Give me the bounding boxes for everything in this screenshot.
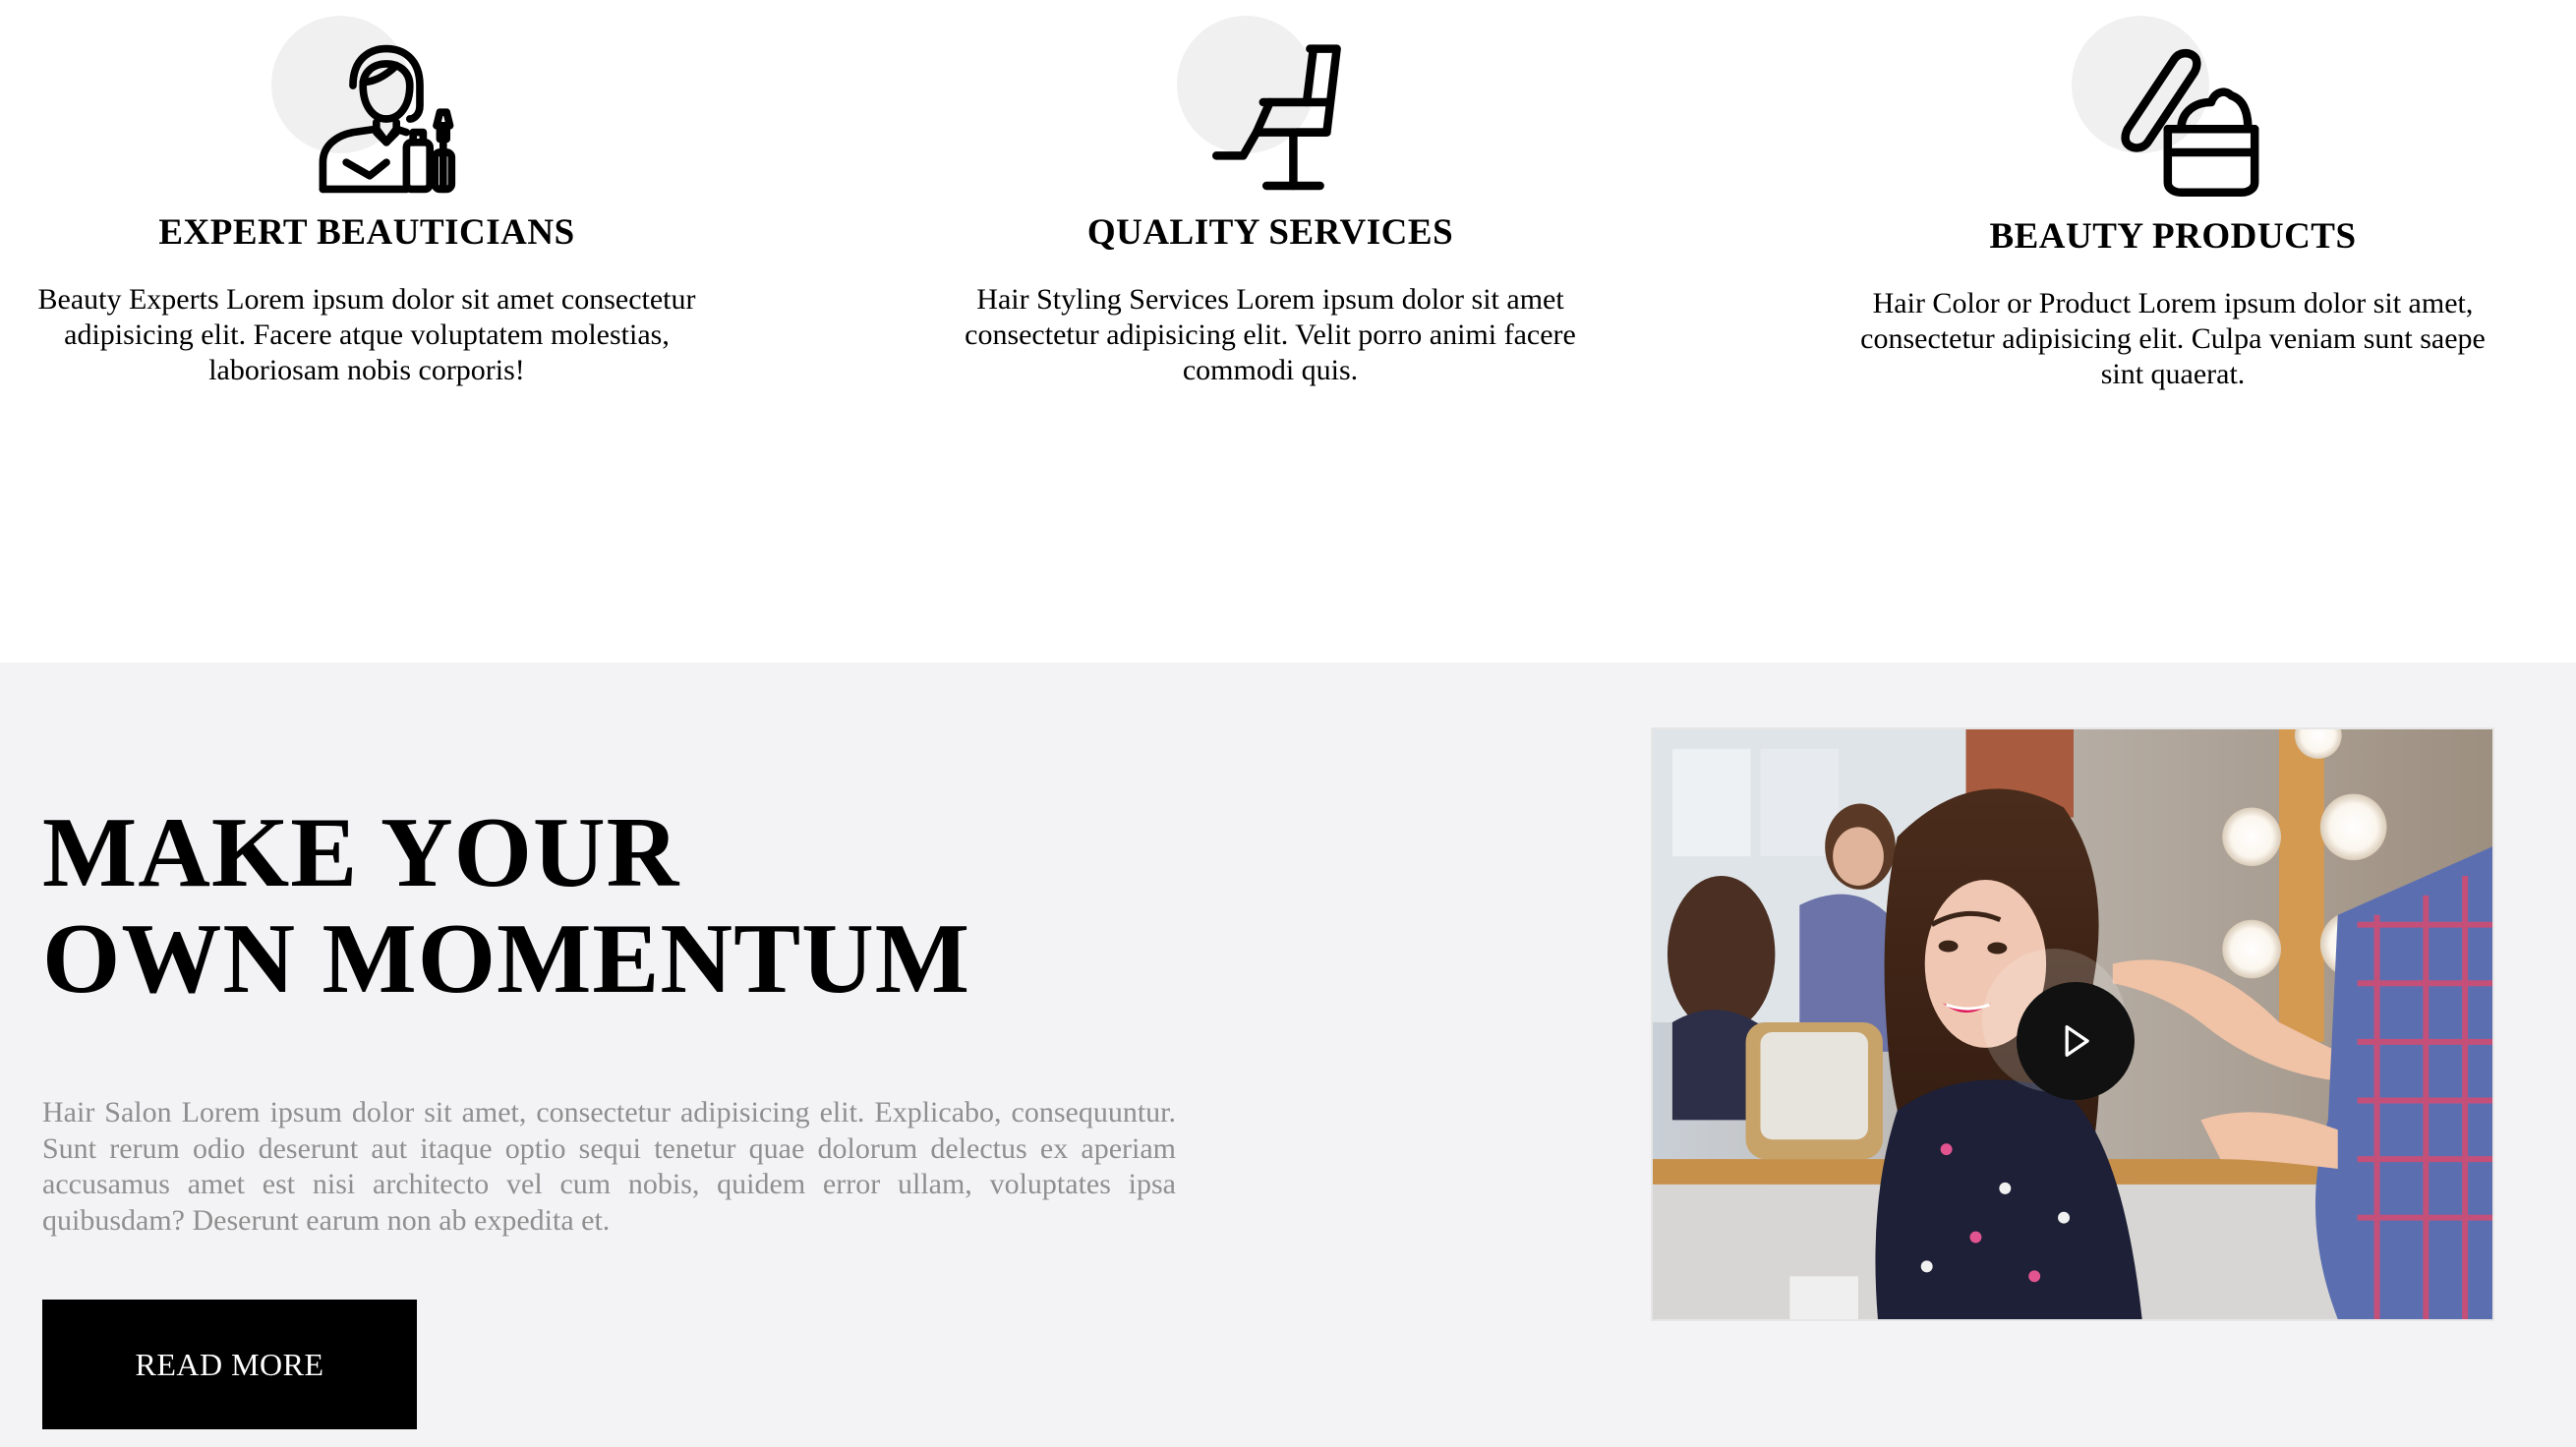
beautician-icon [303,35,470,203]
heading-line-2: OWN MOMENTUM [42,903,971,1014]
feature-title: BEAUTY PRODUCTS [1989,216,2357,257]
feature-quality-services: QUALITY SERVICES Hair Styling Services L… [926,0,1614,388]
salon-chair-icon [1206,35,1374,203]
play-button[interactable] [2017,982,2135,1100]
features-section: EXPERT BEAUTICIANS Beauty Experts Lorem … [0,0,2576,663]
momentum-heading: MAKE YOUR OWN MOMENTUM [42,800,970,1013]
video-thumbnail[interactable] [1651,727,2494,1321]
heading-line-1: MAKE YOUR [42,797,680,908]
read-more-button[interactable]: READ MORE [42,1300,417,1429]
feature-description: Hair Color or Product Lorem ipsum dolor … [1860,287,2486,390]
feature-title: EXPERT BEAUTICIANS [158,212,575,253]
feature-title: QUALITY SERVICES [1086,212,1454,253]
play-icon [2065,1025,2089,1057]
momentum-description: Hair Salon Lorem ipsum dolor sit amet, c… [42,1096,1176,1237]
cream-jar-icon [2094,35,2261,203]
feature-description: Hair Styling Services Lorem ipsum dolor … [965,283,1576,386]
feature-expert-beauticians: EXPERT BEAUTICIANS Beauty Experts Lorem … [23,0,711,388]
momentum-section: MAKE YOUR OWN MOMENTUM Hair Salon Lorem … [0,663,2576,1447]
feature-description: Beauty Experts Lorem ipsum dolor sit ame… [37,283,696,386]
feature-beauty-products: BEAUTY PRODUCTS Hair Color or Product Lo… [1829,0,2517,392]
